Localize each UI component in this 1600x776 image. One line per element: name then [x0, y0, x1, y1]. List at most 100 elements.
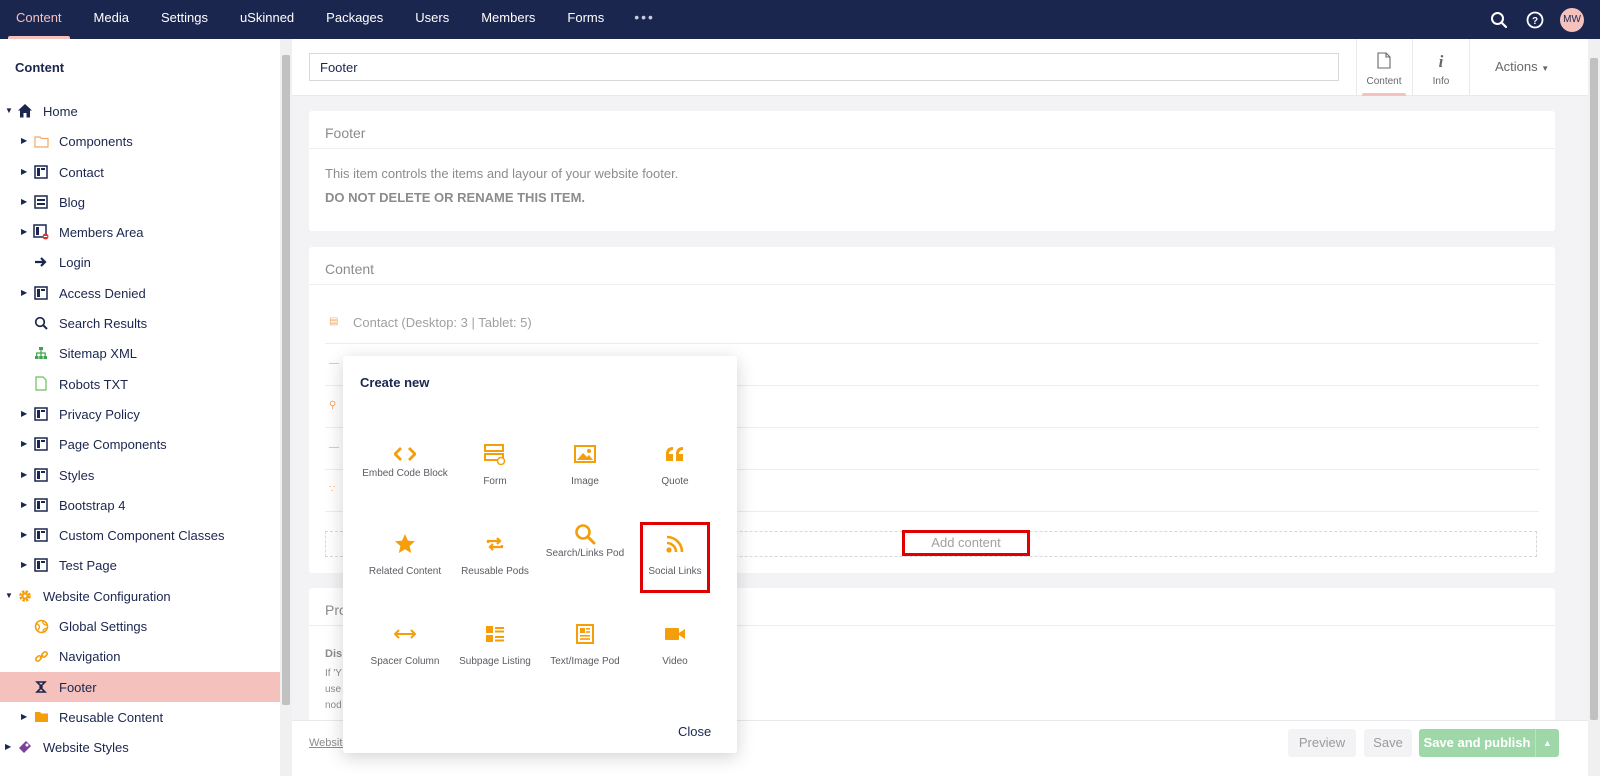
caret-right-icon[interactable]: ▶ — [21, 440, 29, 448]
tree-node-privacy-policy[interactable]: ▶ Privacy Policy — [0, 399, 280, 429]
caret-right-icon[interactable]: ▶ — [21, 228, 29, 236]
nav-content[interactable]: Content — [0, 0, 78, 39]
caret-right-icon[interactable]: ▶ — [21, 470, 29, 479]
node-name-input[interactable] — [309, 53, 1339, 81]
caret-right-icon[interactable]: ▶ — [21, 167, 29, 176]
tree-node-robots-txt[interactable]: Robots TXT — [0, 369, 280, 399]
tree-node-test-page[interactable]: ▶ Test Page — [0, 550, 280, 580]
content-tree-sidebar: Content ▼ Home ▶ Components ▶ Contact ▶ … — [0, 39, 280, 776]
tree-node-home[interactable]: ▼ Home — [0, 96, 280, 126]
block-type-video[interactable]: Video — [630, 622, 720, 712]
tree-node-navigation[interactable]: Navigation — [0, 641, 280, 671]
nav-forms[interactable]: Forms — [551, 0, 620, 39]
nav-users[interactable]: Users — [399, 0, 465, 39]
arrows-horizontal-icon: — — [329, 358, 339, 369]
globe-icon — [33, 618, 49, 634]
tree-node-search-results[interactable]: Search Results — [0, 308, 280, 338]
tree-node-label: Global Settings — [59, 619, 148, 635]
help-icon[interactable]: ? — [1524, 9, 1546, 31]
tree-node-global-settings[interactable]: Global Settings — [0, 611, 280, 641]
tree-node-label: Home — [43, 104, 78, 119]
arrows-horizontal-icon — [393, 622, 417, 646]
info-icon: i — [1433, 52, 1449, 71]
rss-icon: ∵ — [329, 484, 336, 495]
search-icon[interactable] — [1488, 9, 1510, 31]
caret-right-icon[interactable]: ▶ — [21, 137, 29, 145]
caret-right-icon[interactable]: ▶ — [5, 743, 13, 751]
caret-down-icon[interactable]: ▼ — [5, 107, 13, 115]
publish-options-caret-icon[interactable]: ▲ — [1535, 729, 1559, 757]
caret-right-icon[interactable]: ▶ — [21, 561, 29, 569]
add-content-button[interactable]: Add content — [902, 530, 1030, 556]
caret-right-icon[interactable]: ▶ — [21, 500, 29, 509]
block-type-spacer-column[interactable]: Spacer Column — [360, 622, 450, 712]
block-type-search-links-pod[interactable]: Search/Links Pod — [540, 524, 630, 622]
block-type-image[interactable]: Image — [540, 442, 630, 532]
tree-node-page-components[interactable]: ▶ Page Components — [0, 429, 280, 459]
block-type-form[interactable]: Form — [450, 442, 540, 532]
block-type-text-image-pod[interactable]: Text/Image Pod — [540, 622, 630, 712]
tab-content[interactable]: Content — [1356, 39, 1412, 96]
nav-settings[interactable]: Settings — [145, 0, 224, 39]
tab-info[interactable]: i Info — [1413, 39, 1469, 96]
caret-right-icon[interactable]: ▶ — [21, 531, 29, 539]
tree-node-blog[interactable]: ▶ Blog — [0, 187, 280, 217]
tree-node-label: Robots TXT — [59, 376, 129, 392]
tree-node-footer[interactable]: Footer — [0, 671, 280, 702]
block-type-quote[interactable]: Quote — [630, 442, 720, 532]
actions-dropdown[interactable]: Actions ▼ — [1495, 59, 1549, 74]
tree-node-contact[interactable]: ▶ Contact — [0, 157, 280, 187]
nav-media[interactable]: Media — [78, 0, 145, 39]
arrow-right-icon — [33, 254, 49, 270]
block-type-embed-code[interactable]: Embed Code Block — [360, 442, 450, 532]
block-type-related-content[interactable]: Related Content — [360, 532, 450, 622]
sidebar-title: Content — [15, 60, 65, 75]
nav-members[interactable]: Members — [465, 0, 551, 39]
property-help-line: nod — [325, 700, 342, 711]
caret-right-icon[interactable]: ▶ — [21, 409, 29, 418]
nav-uskinned[interactable]: uSkinned — [224, 0, 310, 39]
block-type-reusable-pods[interactable]: Reusable Pods — [450, 532, 540, 622]
block-list-item[interactable]: ▤ Contact (Desktop: 3 | Tablet: 5) — [325, 302, 1539, 344]
tree-node-reusable-content[interactable]: ▶ Reusable Content — [0, 702, 280, 732]
divider — [309, 284, 1555, 285]
footer-icon — [33, 679, 49, 695]
editor-scrollbar-thumb[interactable] — [1590, 58, 1598, 720]
panel-warning: DO NOT DELETE OR RENAME THIS ITEM. — [325, 190, 586, 205]
link-icon — [33, 648, 49, 664]
caret-right-icon[interactable]: ▶ — [21, 712, 29, 721]
tree-node-label: Navigation — [59, 649, 121, 665]
tree-node-website-styles[interactable]: ▶ Website Styles — [0, 732, 280, 762]
caret-right-icon[interactable]: ▶ — [21, 197, 29, 206]
tab-label: Content — [1366, 76, 1402, 87]
tree-node-label: Styles — [59, 467, 95, 483]
tree-node-website-configuration[interactable]: ▼ Website Configuration — [0, 581, 280, 611]
page-layout-icon — [33, 436, 49, 452]
save-button[interactable]: Save — [1364, 729, 1412, 757]
page-layout-icon — [33, 527, 49, 543]
tree-node-label: Search Results — [59, 316, 148, 332]
nav-packages[interactable]: Packages — [310, 0, 399, 39]
tree-node-access-denied[interactable]: ▶ Access Denied — [0, 278, 280, 308]
preview-button[interactable]: Preview — [1288, 729, 1356, 757]
tree-node-sitemap-xml[interactable]: Sitemap XML — [0, 338, 280, 368]
folder-icon — [33, 709, 49, 725]
user-avatar[interactable]: MW — [1560, 7, 1584, 32]
dialog-close-button[interactable]: Close — [678, 724, 711, 739]
more-sections-button[interactable]: ••• — [620, 0, 669, 39]
tree-node-components[interactable]: ▶ Components — [0, 126, 280, 156]
repeat-icon — [483, 532, 507, 556]
caret-right-icon[interactable]: ▶ — [21, 288, 29, 297]
block-type-subpage-listing[interactable]: Subpage Listing — [450, 622, 540, 712]
block-type-label: Text/Image Pod — [550, 656, 620, 667]
top-navigation-bar: Content Media Settings uSkinned Packages… — [0, 0, 1600, 39]
tree-node-members-area[interactable]: ▶ Members Area — [0, 217, 280, 247]
caret-down-icon[interactable]: ▼ — [5, 591, 13, 600]
tree-node-login[interactable]: Login — [0, 247, 280, 277]
tree-node-custom-component-classes[interactable]: ▶ Custom Component Classes — [0, 520, 280, 550]
save-and-publish-button[interactable]: Save and publish — [1419, 729, 1535, 757]
tree-node-styles[interactable]: ▶ Styles — [0, 460, 280, 490]
tree-node-bootstrap-4[interactable]: ▶ Bootstrap 4 — [0, 490, 280, 520]
block-type-label: Search/Links Pod — [545, 548, 625, 559]
sidebar-scrollbar-thumb[interactable] — [282, 55, 290, 705]
